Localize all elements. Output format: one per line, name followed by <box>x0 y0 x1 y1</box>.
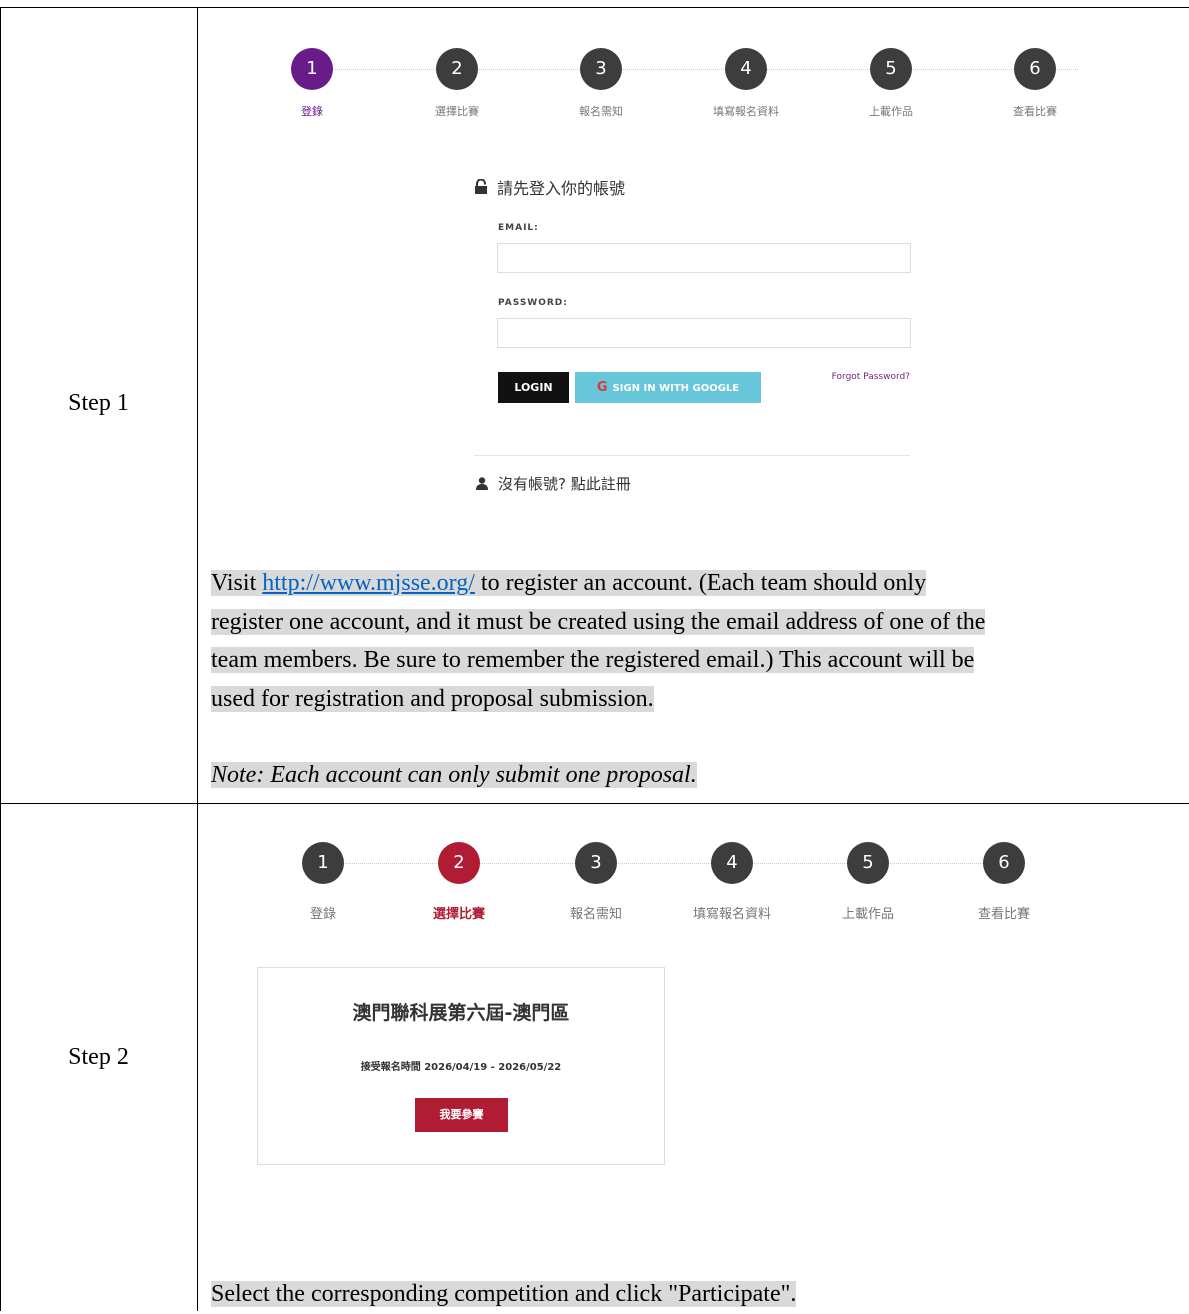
register-link[interactable]: 沒有帳號? 點此註冊 <box>476 473 631 494</box>
step1-circle-4[interactable]: 4 <box>725 48 767 90</box>
competition-card: 澳門聯科展第六屆-澳門區 接受報名時間 2026/04/19 - 2026/05… <box>257 967 665 1165</box>
login-button-label: LOGIN <box>514 381 553 394</box>
step2-label-view[interactable]: 查看比賽 <box>934 903 1074 922</box>
step1-label-view[interactable]: 查看比賽 <box>965 103 1105 119</box>
email-field[interactable] <box>497 243 911 273</box>
login-heading-text: 請先登入你的帳號 <box>497 179 626 198</box>
google-signin-button[interactable]: G SIGN IN WITH GOOGLE <box>575 372 761 403</box>
step2-label: Step 2 <box>68 1044 129 1070</box>
step1-label: Step 1 <box>68 390 129 416</box>
step2-text: Select the corresponding competition and… <box>211 1281 797 1307</box>
table-left-border <box>0 7 1 1311</box>
step2-label-upload[interactable]: 上載作品 <box>798 903 938 922</box>
step1-text-visit: Visit <box>211 570 263 596</box>
step1-text-line3: team members. Be sure to remember the re… <box>211 647 975 673</box>
step2-label-login[interactable]: 登錄 <box>253 903 393 922</box>
login-heading: 請先登入你的帳號 <box>474 175 625 199</box>
google-button-label: SIGN IN WITH GOOGLE <box>612 383 740 394</box>
step1-label-form[interactable]: 填寫報名資料 <box>676 103 816 119</box>
competition-title: 澳門聯科展第六屆-澳門區 <box>352 1002 570 1024</box>
step1-note: Note: Each account can only submit one p… <box>211 762 697 788</box>
step1-description: Visit http://www.mjsse.org/ to register … <box>211 564 1171 795</box>
participate-button-label: 我要參賽 <box>439 1108 484 1121</box>
step1-label-login[interactable]: 登錄 <box>242 103 382 119</box>
mjsse-link[interactable]: http://www.mjsse.org/ <box>262 570 475 596</box>
step1-circle-1[interactable]: 1 <box>291 48 333 90</box>
step2-circle-4[interactable]: 4 <box>711 842 753 884</box>
step2-circle-5[interactable]: 5 <box>847 842 889 884</box>
step1-label-notice[interactable]: 報名需知 <box>531 103 671 119</box>
register-link-text: 沒有帳號? 點此註冊 <box>498 475 631 493</box>
competition-period: 接受報名時間 2026/04/19 - 2026/05/22 <box>360 1062 562 1073</box>
password-label: PASSWORD: <box>498 298 568 308</box>
participate-button[interactable]: 我要參賽 <box>415 1098 508 1132</box>
step2-circle-2[interactable]: 2 <box>438 842 480 884</box>
step2-label-select[interactable]: 選擇比賽 <box>389 903 529 922</box>
step2-circle-3[interactable]: 3 <box>575 842 617 884</box>
step1-text-line1: to register an account. (Each team shoul… <box>474 570 927 596</box>
table-row-divider <box>0 803 1189 804</box>
step1-circle-3[interactable]: 3 <box>580 48 622 90</box>
step1-label-select[interactable]: 選擇比賽 <box>387 103 527 119</box>
step1-text-line2: register one account, and it must be cre… <box>211 608 986 635</box>
step2-label-form[interactable]: 填寫報名資料 <box>662 903 802 922</box>
step2-description: Select the corresponding competition and… <box>211 1275 797 1314</box>
table-top-border <box>0 7 1189 8</box>
step2-circle-6[interactable]: 6 <box>983 842 1025 884</box>
login-divider <box>474 455 910 456</box>
forgot-password-link[interactable]: Forgot Password? <box>780 372 910 382</box>
table-column-divider <box>197 7 198 1311</box>
step1-circle-6[interactable]: 6 <box>1014 48 1056 90</box>
lock-icon <box>475 179 487 194</box>
login-button[interactable]: LOGIN <box>498 372 569 403</box>
password-field[interactable] <box>497 318 911 348</box>
step2-circle-1[interactable]: 1 <box>302 842 344 884</box>
user-icon <box>476 477 488 490</box>
step2-label-notice[interactable]: 報名需知 <box>526 903 666 922</box>
email-label: EMAIL: <box>498 223 539 233</box>
step1-circle-2[interactable]: 2 <box>436 48 478 90</box>
step1-label-upload[interactable]: 上載作品 <box>821 103 961 119</box>
step1-text-line4: used for registration and proposal submi… <box>211 685 654 712</box>
step1-circle-5[interactable]: 5 <box>870 48 912 90</box>
google-g-icon: G <box>596 380 608 395</box>
